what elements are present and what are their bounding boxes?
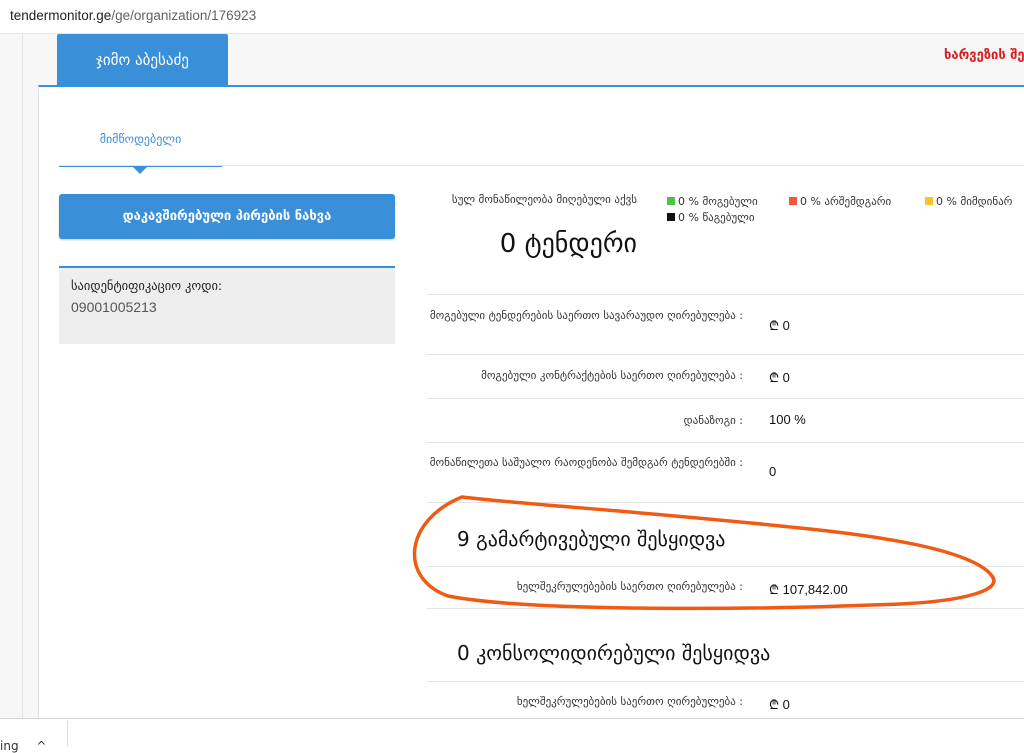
section-divider	[427, 608, 1024, 610]
legend-label-lost: 0 % წაგებული	[678, 211, 755, 224]
tab-supplier[interactable]: მიმწოდებელი	[59, 129, 222, 174]
consolidated-procurement-title: 0 კონსოლიდირებული შესყიდვა	[457, 641, 771, 665]
legend-label-failed: 0 % არშემდგარი	[800, 195, 892, 208]
legend-label-ongoing: 0 % მიმდინარ	[936, 195, 1013, 208]
simplified-procurement-title: 9 გამარტივებული შესყიდვა	[457, 527, 726, 551]
legend-swatch-ongoing	[925, 197, 933, 205]
consolidated-contract-value-row: ხელშეკრულებების საერთო ღირებულება : ₾ 0	[427, 681, 1024, 718]
address-bar[interactable]: tendermonitor.ge/ge/organization/176923	[0, 0, 1024, 34]
legend-item-ongoing: 0 % მიმდინარ	[925, 195, 1012, 208]
section-divider	[427, 502, 1024, 504]
legend-item-failed: 0 % არშემდგარი	[789, 195, 891, 208]
total-participation-value: 0 ტენდერი	[499, 229, 637, 259]
bottom-bar-divider	[67, 721, 68, 746]
active-tab-caret-icon	[131, 165, 149, 174]
tab-supplier-label: მიმწოდებელი	[99, 132, 182, 146]
url-path: /ge/organization/176923	[111, 8, 257, 23]
organization-name-tab[interactable]: ჯიმო აბესაძე	[57, 34, 228, 86]
organization-name: ჯიმო აბესაძე	[96, 51, 189, 69]
stat-value: 100 %	[769, 412, 806, 427]
url-host: tendermonitor.ge	[10, 8, 112, 23]
id-code-label: საიდენტიფიკაციო კოდი:	[71, 278, 223, 293]
stat-row-average-participants: მონაწილეთა საშუალო რაოდენობა შემდგარ ტენ…	[427, 442, 1024, 503]
legend-item-lost: 0 % წაგებული	[667, 211, 755, 224]
stat-value: ₾ 0	[769, 697, 790, 712]
total-participation-label: სულ მონაწილეობა მიღებული აქვს	[451, 193, 637, 206]
page-gutter-line	[22, 34, 23, 718]
bottom-bar-caret: ^	[36, 739, 47, 753]
stat-value: ₾ 0	[769, 318, 790, 333]
legend-swatch-failed	[789, 197, 797, 205]
tabs-divider	[59, 165, 1024, 166]
browser-bottom-bar: ing ^	[0, 718, 1024, 753]
legend-item-won: 0 % მოგებული	[667, 195, 758, 208]
simplified-contract-value-row: ხელშეკრულებების საერთო ღირებულება : ₾ 10…	[427, 566, 1024, 609]
stat-value: ₾ 0	[769, 370, 790, 385]
legend-swatch-won	[667, 197, 675, 205]
stat-value: 0	[769, 464, 777, 479]
stat-row-savings: დანაზოგი : 100 %	[427, 398, 1024, 443]
stat-row-won-estimated-value: მოგებული ტენდერების საერთო სავარაუდო ღირ…	[427, 294, 1024, 355]
view-related-persons-button[interactable]: დაკავშირებული პირების ნახვა	[59, 194, 395, 239]
stat-value: ₾ 107,842.00	[769, 582, 848, 597]
stat-label: მოგებული ტენდერების საერთო სავარაუდო ღირ…	[429, 309, 743, 322]
stat-label: დანაზოგი :	[683, 414, 743, 427]
report-error-link[interactable]: ხარვეზის შე	[944, 48, 1024, 63]
stat-label: ხელშეკრულებების საერთო ღირებულება :	[516, 580, 743, 593]
identification-code-box: საიდენტიფიკაციო კოდი: 09001005213	[59, 266, 395, 344]
stat-label: მონაწილეთა საშუალო რაოდენობა შემდგარ ტენ…	[429, 456, 743, 469]
bottom-bar-fragment: ing	[0, 739, 19, 753]
page-content: ჯიმო აბესაძე ხარვეზის შე მიმწოდებელი დაკ…	[0, 34, 1024, 718]
stat-label: ხელშეკრულებების საერთო ღირებულება :	[516, 695, 743, 708]
stat-label: მოგებული კონტრაქტების საერთო ღირებულება …	[481, 369, 743, 382]
organization-panel: მიმწოდებელი დაკავშირებული პირების ნახვა …	[38, 85, 1024, 718]
bottom-bar-text: ing ^	[0, 739, 46, 753]
legend-swatch-lost	[667, 213, 675, 221]
id-code-value: 09001005213	[71, 299, 157, 315]
legend-label-won: 0 % მოგებული	[678, 195, 758, 208]
stat-row-won-contract-value: მოგებული კონტრაქტების საერთო ღირებულება …	[427, 354, 1024, 399]
url-text[interactable]: tendermonitor.ge/ge/organization/176923	[10, 8, 256, 23]
